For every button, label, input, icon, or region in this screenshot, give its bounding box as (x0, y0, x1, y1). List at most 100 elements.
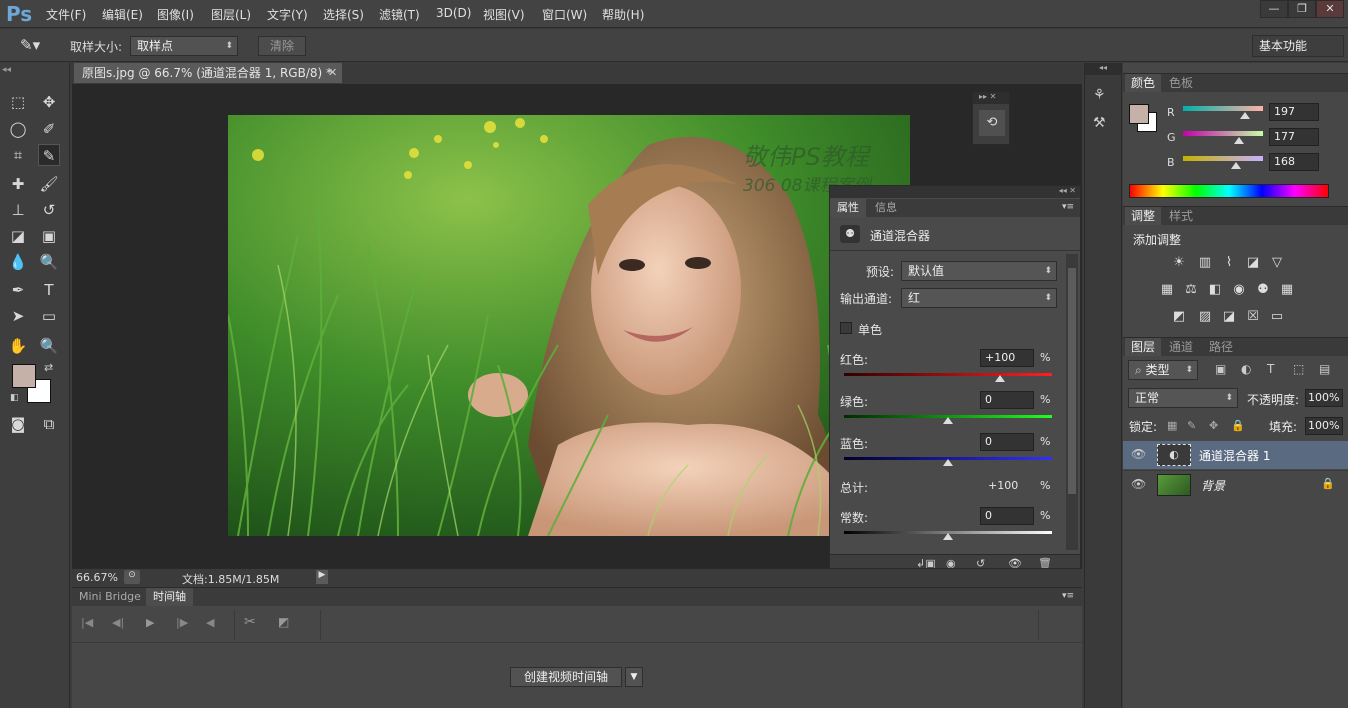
constant-slider-thumb[interactable] (943, 533, 953, 540)
clear-button[interactable]: 清除 (258, 36, 306, 56)
zoom-level[interactable]: 66.67% (76, 571, 118, 584)
timeline-type-dropdown-icon[interactable]: ▼ (625, 667, 643, 687)
restore-button[interactable]: ❐ (1288, 0, 1316, 18)
b-slider[interactable] (1183, 156, 1263, 161)
filter-smart-object-icon[interactable]: ▤ (1319, 362, 1330, 376)
lasso-tool-icon[interactable]: ◯ (7, 118, 29, 140)
levels-icon[interactable]: ▥ (1197, 255, 1213, 271)
r-slider[interactable] (1183, 106, 1263, 111)
layer-row-background[interactable]: 👁 背景 🔒 (1123, 470, 1348, 498)
pen-tool-icon[interactable]: ✒ (7, 279, 29, 301)
workspace-switcher[interactable]: 基本功能 (1252, 35, 1344, 57)
menu-select[interactable]: 选择(S) (323, 6, 364, 23)
g-value-field[interactable]: 177 (1269, 128, 1319, 146)
transition-icon[interactable]: ◩ (278, 615, 289, 629)
healing-brush-tool-icon[interactable]: ✚ (7, 173, 29, 195)
layer-filter-dropdown[interactable]: ⌕ 类型 ⬍ (1128, 360, 1198, 380)
layer-visibility-eye-icon[interactable]: 👁 (1131, 447, 1146, 461)
foreground-color-swatch[interactable] (12, 364, 36, 388)
red-slider-thumb[interactable] (995, 375, 1005, 382)
mini-panel-header[interactable]: ▸▸ ✕ (973, 92, 1009, 104)
tool-presets-icon[interactable]: ⚒ (1093, 115, 1106, 131)
dodge-tool-icon[interactable]: 🔍 (38, 251, 60, 273)
lock-paint-icon[interactable]: ✎ (1187, 419, 1196, 432)
output-channel-dropdown[interactable]: 红 ⬍ (901, 288, 1057, 308)
tab-properties[interactable]: 属性 (830, 199, 866, 217)
zoom-tool-icon[interactable]: 🔍 (38, 335, 60, 357)
close-button[interactable]: ✕ (1316, 0, 1344, 18)
tab-paths[interactable]: 路径 (1203, 338, 1239, 356)
fill-field[interactable]: 100% (1305, 417, 1343, 435)
swap-colors-icon[interactable]: ⇄ (44, 361, 53, 374)
foreground-color-chip[interactable] (1129, 104, 1149, 124)
eraser-tool-icon[interactable]: ◪ (7, 225, 29, 247)
close-document-icon[interactable]: ✕ (328, 63, 337, 83)
tab-swatches[interactable]: 色板 (1163, 74, 1199, 92)
r-slider-thumb[interactable] (1240, 112, 1250, 119)
gradient-tool-icon[interactable]: ▣ (38, 225, 60, 247)
color-spectrum-bar[interactable] (1129, 184, 1329, 198)
lock-all-icon[interactable]: 🔒 (1231, 419, 1245, 432)
history-brush-tool-icon[interactable]: ↺ (38, 199, 60, 221)
first-frame-icon[interactable]: |◀ (81, 616, 93, 629)
rectangle-tool-icon[interactable]: ▭ (38, 305, 60, 327)
menu-image[interactable]: 图像(I) (157, 6, 194, 23)
photo-filter-icon[interactable]: ◉ (1231, 282, 1247, 298)
document-image[interactable]: 敬伟PS教程 306 08课程案例 (228, 115, 910, 536)
tab-color[interactable]: 颜色 (1125, 74, 1162, 92)
layer-visibility-eye-icon[interactable]: 👁 (1131, 477, 1146, 491)
filter-adjustment-icon[interactable]: ◐ (1241, 362, 1251, 376)
filter-shape-icon[interactable]: ⬚ (1293, 362, 1304, 376)
properties-panel-header[interactable]: ◂◂ ✕ (830, 186, 1080, 198)
next-frame-icon[interactable]: |▶ (176, 616, 188, 629)
threshold-icon[interactable]: ◪ (1221, 309, 1237, 325)
menu-file[interactable]: 文件(F) (46, 6, 86, 23)
b-value-field[interactable]: 168 (1269, 153, 1319, 171)
posterize-icon[interactable]: ▨ (1197, 309, 1213, 325)
black-white-icon[interactable]: ◧ (1207, 282, 1223, 298)
tab-timeline[interactable]: 时间轴 (146, 588, 193, 606)
color-balance-icon[interactable]: ⚖ (1183, 282, 1199, 298)
tab-layers[interactable]: 图层 (1125, 338, 1162, 356)
blue-slider-thumb[interactable] (943, 459, 953, 466)
r-value-field[interactable]: 197 (1269, 103, 1319, 121)
clone-stamp-tool-icon[interactable]: ⊥ (7, 199, 29, 221)
status-menu-arrow-icon[interactable]: ▶ (316, 570, 328, 584)
tab-channels[interactable]: 通道 (1163, 338, 1199, 356)
red-slider-track[interactable] (844, 373, 1052, 376)
gradient-map-icon[interactable]: ▭ (1269, 309, 1285, 325)
color-lookup-icon[interactable]: ▦ (1279, 282, 1295, 298)
filter-type-icon[interactable]: T (1267, 362, 1274, 376)
curves-icon[interactable]: ⌇ (1221, 255, 1237, 271)
channel-mixer-adjust-icon[interactable]: ⚉ (1255, 282, 1271, 298)
layer-row-channel-mixer[interactable]: 👁 ◐ 通道混合器 1 (1123, 441, 1348, 469)
opacity-field[interactable]: 100% (1305, 389, 1343, 407)
default-colors-icon[interactable]: ◧ (10, 393, 19, 403)
quick-mask-icon[interactable]: ◙ (7, 413, 29, 435)
menu-window[interactable]: 窗口(W) (542, 6, 587, 23)
g-slider-thumb[interactable] (1234, 137, 1244, 144)
document-tab[interactable]: 原图s.jpg @ 66.7% (通道混合器 1, RGB/8) * ✕ (74, 63, 342, 83)
menu-layer[interactable]: 图层(L) (211, 6, 251, 23)
tab-info[interactable]: 信息 (868, 199, 904, 217)
menu-filter[interactable]: 滤镜(T) (379, 6, 420, 23)
create-video-timeline-button[interactable]: 创建视频时间轴 (510, 667, 622, 687)
quick-selection-tool-icon[interactable]: ✐ (38, 118, 60, 140)
brush-tool-icon[interactable]: 🖌 (38, 173, 60, 195)
b-slider-thumb[interactable] (1231, 162, 1241, 169)
green-value-field[interactable]: 0 (980, 391, 1034, 409)
move-tool-icon[interactable]: ✥ (38, 91, 60, 113)
timeline-menu-icon[interactable]: ▾≡ (1062, 591, 1074, 601)
menu-edit[interactable]: 编辑(E) (102, 6, 143, 23)
hand-tool-icon[interactable]: ✋ (7, 335, 29, 357)
green-slider-thumb[interactable] (943, 417, 953, 424)
blend-mode-dropdown[interactable]: 正常 ⬍ (1128, 388, 1238, 408)
g-slider[interactable] (1183, 131, 1263, 136)
preset-dropdown[interactable]: 默认值 ⬍ (901, 261, 1057, 281)
lock-transparency-icon[interactable]: ▦ (1167, 419, 1177, 432)
vibrance-icon[interactable]: ▽ (1269, 255, 1285, 271)
eyedropper-tool-preset-icon[interactable]: ✎▾ (20, 36, 40, 54)
play-icon[interactable]: ▶ (146, 616, 154, 629)
tab-adjustments[interactable]: 调整 (1125, 207, 1162, 225)
scrollbar-thumb[interactable] (1068, 268, 1076, 494)
